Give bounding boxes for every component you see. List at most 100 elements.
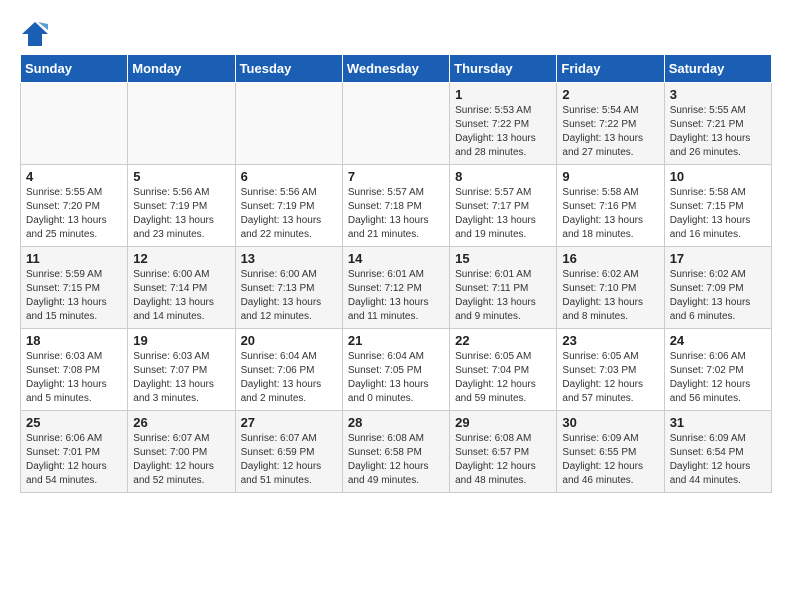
calendar-cell: 28 Sunrise: 6:08 AM Sunset: 6:58 PM Dayli…: [342, 411, 449, 493]
calendar-cell: 19 Sunrise: 6:03 AM Sunset: 7:07 PM Dayli…: [128, 329, 235, 411]
day-info: Sunrise: 5:55 AM Sunset: 7:21 PM Dayligh…: [670, 104, 766, 160]
day-number: 10: [670, 169, 766, 184]
day-number: 6: [241, 169, 337, 184]
calendar-week-3: 11Sunrise: 5:59 AM Sunset: 7:15 PM Dayli…: [21, 247, 772, 329]
weekday-header-tuesday: Tuesday: [235, 55, 342, 83]
day-info: Sunrise: 6:04 AM Sunset: 7:05 PM Dayligh…: [348, 350, 444, 406]
day-number: 20: [241, 333, 337, 348]
day-number: 5: [133, 169, 229, 184]
day-number: 11: [26, 251, 122, 266]
weekday-header-thursday: Thursday: [450, 55, 557, 83]
calendar-week-4: 18 Sunrise: 6:03 AM Sunset: 7:08 PM Dayli…: [21, 329, 772, 411]
calendar-cell: 5 Sunrise: 5:56 AM Sunset: 7:19 PM Daylig…: [128, 165, 235, 247]
calendar-cell: 7 Sunrise: 5:57 AM Sunset: 7:18 PM Daylig…: [342, 165, 449, 247]
day-number: 22: [455, 333, 551, 348]
day-info: Sunrise: 6:04 AM Sunset: 7:06 PM Dayligh…: [241, 350, 337, 406]
day-info: Sunrise: 6:08 AM Sunset: 6:57 PM Dayligh…: [455, 432, 551, 488]
day-number: 9: [562, 169, 658, 184]
day-number: 27: [241, 415, 337, 430]
calendar-week-2: 4 Sunrise: 5:55 AM Sunset: 7:20 PM Daylig…: [21, 165, 772, 247]
day-number: 31: [670, 415, 766, 430]
day-number: 29: [455, 415, 551, 430]
calendar-cell: 8 Sunrise: 5:57 AM Sunset: 7:17 PM Daylig…: [450, 165, 557, 247]
calendar-cell: 12Sunrise: 6:00 AM Sunset: 7:14 PM Dayli…: [128, 247, 235, 329]
calendar-cell: 17Sunrise: 6:02 AM Sunset: 7:09 PM Dayli…: [664, 247, 771, 329]
calendar-body: 1 Sunrise: 5:53 AM Sunset: 7:22 PM Daylig…: [21, 83, 772, 493]
calendar-cell: 25Sunrise: 6:06 AM Sunset: 7:01 PM Dayli…: [21, 411, 128, 493]
day-number: 4: [26, 169, 122, 184]
day-number: 8: [455, 169, 551, 184]
day-number: 19: [133, 333, 229, 348]
calendar-cell: 14Sunrise: 6:01 AM Sunset: 7:12 PM Dayli…: [342, 247, 449, 329]
logo-icon: [20, 20, 50, 44]
calendar-week-5: 25Sunrise: 6:06 AM Sunset: 7:01 PM Dayli…: [21, 411, 772, 493]
day-number: 18: [26, 333, 122, 348]
day-info: Sunrise: 6:02 AM Sunset: 7:10 PM Dayligh…: [562, 268, 658, 324]
calendar-cell: 9 Sunrise: 5:58 AM Sunset: 7:16 PM Daylig…: [557, 165, 664, 247]
calendar-cell: 27 Sunrise: 6:07 AM Sunset: 6:59 PM Dayli…: [235, 411, 342, 493]
day-number: 15: [455, 251, 551, 266]
calendar-cell: [128, 83, 235, 165]
day-info: Sunrise: 6:06 AM Sunset: 7:01 PM Dayligh…: [26, 432, 122, 488]
calendar-cell: 30Sunrise: 6:09 AM Sunset: 6:55 PM Dayli…: [557, 411, 664, 493]
day-info: Sunrise: 6:08 AM Sunset: 6:58 PM Dayligh…: [348, 432, 444, 488]
calendar-cell: 31 Sunrise: 6:09 AM Sunset: 6:54 PM Dayli…: [664, 411, 771, 493]
day-info: Sunrise: 5:53 AM Sunset: 7:22 PM Dayligh…: [455, 104, 551, 160]
day-info: Sunrise: 6:09 AM Sunset: 6:55 PM Dayligh…: [562, 432, 658, 488]
weekday-header-saturday: Saturday: [664, 55, 771, 83]
weekday-row: SundayMondayTuesdayWednesdayThursdayFrid…: [21, 55, 772, 83]
day-info: Sunrise: 5:55 AM Sunset: 7:20 PM Dayligh…: [26, 186, 122, 242]
weekday-header-sunday: Sunday: [21, 55, 128, 83]
calendar-cell: 23 Sunrise: 6:05 AM Sunset: 7:03 PM Dayli…: [557, 329, 664, 411]
day-number: 1: [455, 87, 551, 102]
page-header: [20, 20, 772, 44]
calendar-cell: 15 Sunrise: 6:01 AM Sunset: 7:11 PM Dayli…: [450, 247, 557, 329]
day-info: Sunrise: 6:01 AM Sunset: 7:11 PM Dayligh…: [455, 268, 551, 324]
calendar-week-1: 1 Sunrise: 5:53 AM Sunset: 7:22 PM Daylig…: [21, 83, 772, 165]
day-info: Sunrise: 6:07 AM Sunset: 7:00 PM Dayligh…: [133, 432, 229, 488]
day-info: Sunrise: 5:56 AM Sunset: 7:19 PM Dayligh…: [133, 186, 229, 242]
day-number: 24: [670, 333, 766, 348]
calendar-cell: 16 Sunrise: 6:02 AM Sunset: 7:10 PM Dayli…: [557, 247, 664, 329]
calendar-cell: 20 Sunrise: 6:04 AM Sunset: 7:06 PM Dayli…: [235, 329, 342, 411]
day-info: Sunrise: 5:57 AM Sunset: 7:17 PM Dayligh…: [455, 186, 551, 242]
calendar-header: SundayMondayTuesdayWednesdayThursdayFrid…: [21, 55, 772, 83]
day-info: Sunrise: 6:05 AM Sunset: 7:03 PM Dayligh…: [562, 350, 658, 406]
logo: [20, 20, 54, 44]
calendar-cell: [235, 83, 342, 165]
day-info: Sunrise: 6:03 AM Sunset: 7:07 PM Dayligh…: [133, 350, 229, 406]
day-number: 16: [562, 251, 658, 266]
weekday-header-friday: Friday: [557, 55, 664, 83]
day-info: Sunrise: 5:57 AM Sunset: 7:18 PM Dayligh…: [348, 186, 444, 242]
calendar-cell: 4 Sunrise: 5:55 AM Sunset: 7:20 PM Daylig…: [21, 165, 128, 247]
calendar-cell: 26 Sunrise: 6:07 AM Sunset: 7:00 PM Dayli…: [128, 411, 235, 493]
calendar-cell: 1 Sunrise: 5:53 AM Sunset: 7:22 PM Daylig…: [450, 83, 557, 165]
calendar-cell: 11Sunrise: 5:59 AM Sunset: 7:15 PM Dayli…: [21, 247, 128, 329]
day-info: Sunrise: 5:58 AM Sunset: 7:16 PM Dayligh…: [562, 186, 658, 242]
day-number: 2: [562, 87, 658, 102]
calendar-cell: 24 Sunrise: 6:06 AM Sunset: 7:02 PM Dayli…: [664, 329, 771, 411]
day-info: Sunrise: 6:07 AM Sunset: 6:59 PM Dayligh…: [241, 432, 337, 488]
calendar-cell: 21 Sunrise: 6:04 AM Sunset: 7:05 PM Dayli…: [342, 329, 449, 411]
day-info: Sunrise: 6:01 AM Sunset: 7:12 PM Dayligh…: [348, 268, 444, 324]
calendar-cell: 3 Sunrise: 5:55 AM Sunset: 7:21 PM Daylig…: [664, 83, 771, 165]
day-number: 28: [348, 415, 444, 430]
calendar-cell: 29 Sunrise: 6:08 AM Sunset: 6:57 PM Dayli…: [450, 411, 557, 493]
day-info: Sunrise: 6:06 AM Sunset: 7:02 PM Dayligh…: [670, 350, 766, 406]
calendar-table: SundayMondayTuesdayWednesdayThursdayFrid…: [20, 54, 772, 493]
day-number: 7: [348, 169, 444, 184]
day-info: Sunrise: 6:03 AM Sunset: 7:08 PM Dayligh…: [26, 350, 122, 406]
weekday-header-wednesday: Wednesday: [342, 55, 449, 83]
day-info: Sunrise: 6:09 AM Sunset: 6:54 PM Dayligh…: [670, 432, 766, 488]
day-info: Sunrise: 6:05 AM Sunset: 7:04 PM Dayligh…: [455, 350, 551, 406]
day-number: 26: [133, 415, 229, 430]
day-info: Sunrise: 6:00 AM Sunset: 7:13 PM Dayligh…: [241, 268, 337, 324]
day-number: 3: [670, 87, 766, 102]
calendar-cell: [342, 83, 449, 165]
day-number: 12: [133, 251, 229, 266]
day-info: Sunrise: 5:58 AM Sunset: 7:15 PM Dayligh…: [670, 186, 766, 242]
day-number: 23: [562, 333, 658, 348]
calendar-cell: [21, 83, 128, 165]
day-info: Sunrise: 5:54 AM Sunset: 7:22 PM Dayligh…: [562, 104, 658, 160]
day-number: 21: [348, 333, 444, 348]
